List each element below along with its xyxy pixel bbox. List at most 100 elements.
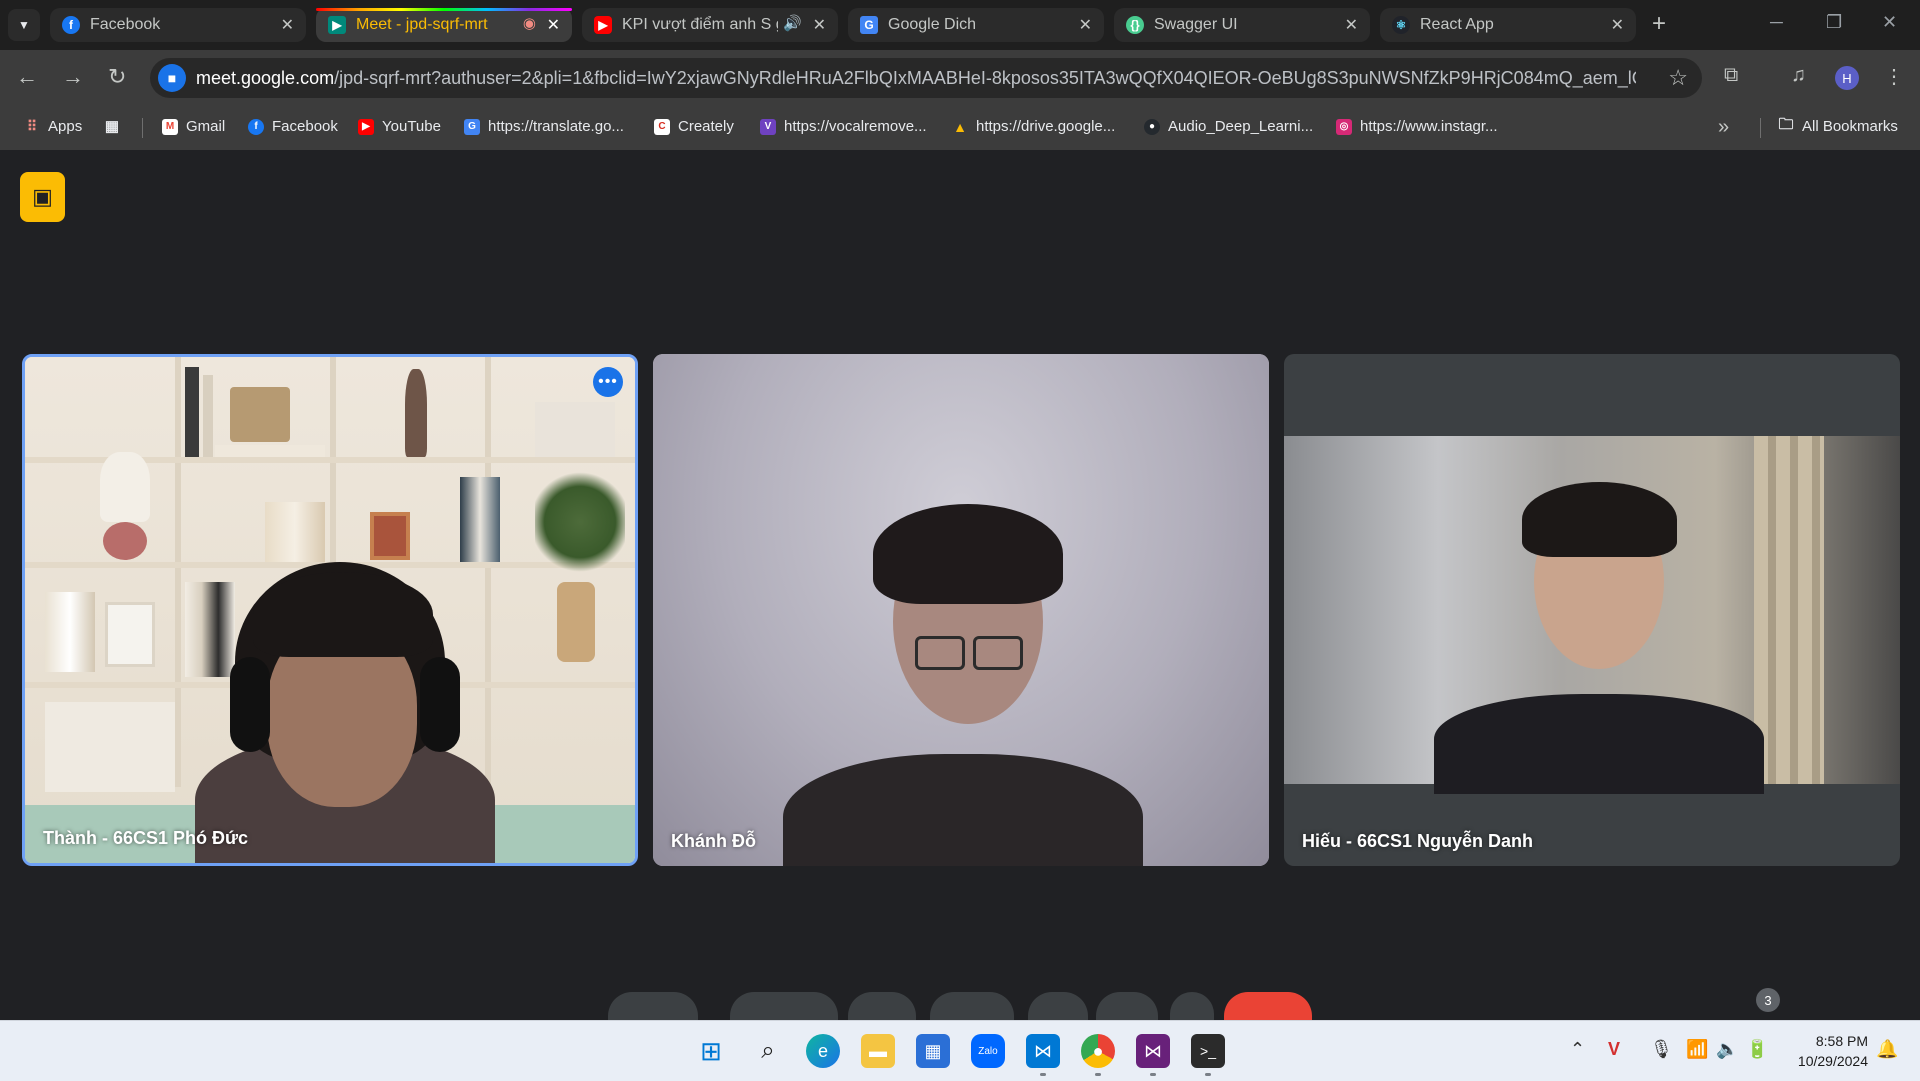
meeting-info-badge-icon[interactable]: ▣: [20, 172, 65, 222]
book-stack: [215, 445, 325, 457]
tab-react-app[interactable]: ⚛ React App ✕: [1380, 8, 1636, 42]
basket: [230, 387, 290, 442]
vscode-icon[interactable]: ⋈: [1026, 1034, 1060, 1068]
decor: [535, 402, 615, 457]
url-text[interactable]: meet.google.com/jpd-sqrf-mrt?authuser=2&…: [196, 68, 1636, 89]
bookmark-translate[interactable]: G https://translate.go...: [464, 118, 624, 135]
search-icon[interactable]: ⌕: [751, 1034, 785, 1068]
lamp-shade: [100, 452, 150, 522]
youtube-icon: ▶: [594, 16, 612, 34]
google-translate-icon: G: [860, 16, 878, 34]
raise-hand-button[interactable]: [1096, 992, 1158, 1022]
edge-icon[interactable]: e: [806, 1034, 840, 1068]
reload-icon[interactable]: ↻: [108, 64, 126, 90]
microphone-icon[interactable]: 🎙: [1650, 1039, 1673, 1060]
more-options-icon[interactable]: •••: [593, 367, 623, 397]
minimize-icon[interactable]: ─: [1770, 12, 1783, 33]
audio-playing-icon[interactable]: 🔊: [783, 14, 802, 32]
tab-google-dich[interactable]: G Google Dich ✕: [848, 8, 1104, 42]
leave-call-button[interactable]: [1224, 992, 1312, 1022]
bookmark-label: https://vocalremove...: [784, 118, 927, 135]
books-row: [265, 502, 325, 562]
participant-tile[interactable]: ••• Thành - 66CS1 Phó Đức: [22, 354, 638, 866]
bookmark-gmail[interactable]: M Gmail: [162, 118, 225, 135]
extensions-icon[interactable]: ⧉: [1724, 64, 1738, 87]
participant-tile[interactable]: Hiếu - 66CS1 Nguyễn Danh: [1284, 354, 1900, 866]
person-body: [783, 754, 1143, 866]
person-body: [1434, 694, 1764, 794]
profile-avatar[interactable]: H: [1835, 66, 1859, 90]
bookmark-youtube[interactable]: ▶ YouTube: [358, 118, 441, 135]
github-icon: ●: [1144, 118, 1160, 135]
bookmark-tab-groups[interactable]: ▦: [104, 118, 128, 135]
books-row: [45, 592, 95, 672]
bookmark-facebook[interactable]: f Facebook: [248, 118, 338, 135]
tab-label: Google Dich: [888, 16, 977, 33]
microsoft-store-icon[interactable]: ▦: [916, 1034, 950, 1068]
google-meet-site-icon[interactable]: ■: [158, 64, 186, 92]
participant-count-badge: 3: [1756, 988, 1780, 1012]
headphone-right: [420, 657, 460, 752]
vocalremover-icon: V: [760, 118, 776, 135]
tab-close-icon[interactable]: ✕: [1611, 15, 1624, 35]
windows-start-icon[interactable]: ⊞: [694, 1034, 728, 1068]
notification-bell-icon[interactable]: 🔔: [1876, 1039, 1898, 1060]
tab-close-icon[interactable]: ✕: [1079, 15, 1092, 35]
glasses-right: [973, 636, 1023, 670]
vietkey-icon[interactable]: V: [1608, 1039, 1620, 1060]
all-bookmarks-label: All Bookmarks: [1802, 118, 1898, 135]
bookmark-github[interactable]: ● Audio_Deep_Learni...: [1144, 118, 1313, 135]
address-bar[interactable]: ■ meet.google.com/jpd-sqrf-mrt?authuser=…: [150, 58, 1702, 98]
restore-icon[interactable]: ❐: [1826, 12, 1842, 33]
terminal-icon[interactable]: >_: [1191, 1034, 1225, 1068]
tab-close-icon[interactable]: ✕: [281, 15, 294, 35]
zalo-icon[interactable]: Zalo: [971, 1034, 1005, 1068]
google-drive-icon: ▲: [953, 118, 967, 135]
media-control-icon[interactable]: ♫: [1791, 64, 1806, 87]
bookmarks-overflow-chevron-icon[interactable]: »: [1718, 116, 1729, 139]
forward-arrow-icon[interactable]: →: [62, 64, 84, 90]
all-bookmarks-folder[interactable]: 🗀 All Bookmarks: [1778, 116, 1898, 135]
file-explorer-icon[interactable]: ▬: [861, 1034, 895, 1068]
participant-tile[interactable]: Khánh Đỗ: [653, 354, 1269, 866]
tab-facebook[interactable]: f Facebook ✕: [50, 8, 306, 42]
bookmarks-divider: [142, 118, 143, 138]
tab-search-chevron-down-icon[interactable]: ▼: [8, 9, 40, 41]
chrome-icon[interactable]: ●: [1081, 1034, 1115, 1068]
tab-swagger[interactable]: {} Swagger UI ✕: [1114, 8, 1370, 42]
new-tab-plus-icon[interactable]: +: [1652, 10, 1666, 38]
system-clock[interactable]: 8:58 PM 10/29/2024: [1788, 1031, 1868, 1071]
tab-close-icon[interactable]: ✕: [1345, 15, 1358, 35]
mic-button[interactable]: [608, 992, 698, 1022]
present-button[interactable]: [1028, 992, 1088, 1022]
bookmark-instagram[interactable]: ◎ https://www.instagr...: [1336, 118, 1498, 135]
tab-youtube[interactable]: ▶ KPI vượt điểm anh S gì 🔊 ✕: [582, 8, 838, 42]
bookmark-creately[interactable]: C Creately: [654, 118, 734, 135]
wifi-icon[interactable]: 📶: [1686, 1039, 1708, 1060]
tab-close-icon[interactable]: ✕: [813, 15, 826, 35]
tab-groups-icon: ▦: [104, 118, 120, 135]
more-options-button[interactable]: [1170, 992, 1214, 1022]
volume-icon[interactable]: 🔈: [1716, 1039, 1738, 1060]
battery-icon[interactable]: 🔋: [1746, 1039, 1768, 1060]
glasses-left: [915, 636, 965, 670]
camera-button[interactable]: [730, 992, 838, 1022]
bookmark-vocalremover[interactable]: V https://vocalremove...: [760, 118, 927, 135]
tray-overflow-chevron-icon[interactable]: ⌃: [1570, 1039, 1585, 1060]
bookmark-drive[interactable]: ▲ https://drive.google...: [952, 118, 1115, 135]
back-arrow-icon[interactable]: ←: [16, 64, 38, 90]
close-window-icon[interactable]: ✕: [1882, 12, 1897, 33]
captions-button[interactable]: [848, 992, 916, 1022]
visual-studio-icon[interactable]: ⋈: [1136, 1034, 1170, 1068]
bookmark-apps[interactable]: ⠿ Apps: [24, 118, 82, 135]
menu-kebab-icon[interactable]: ⋮: [1884, 64, 1904, 89]
facebook-icon: f: [62, 16, 80, 34]
tab-meet[interactable]: ▶ Meet - jpd-sqrf-mrt ◉ ✕: [316, 8, 572, 42]
emoji-button[interactable]: [930, 992, 1014, 1022]
bookmark-star-icon[interactable]: ☆: [1668, 65, 1688, 91]
plant-vase: [557, 582, 595, 662]
person-hair: [253, 572, 433, 657]
books-row: [460, 477, 500, 562]
tab-close-icon[interactable]: ✕: [547, 15, 560, 35]
tab-label: Swagger UI: [1154, 16, 1238, 33]
